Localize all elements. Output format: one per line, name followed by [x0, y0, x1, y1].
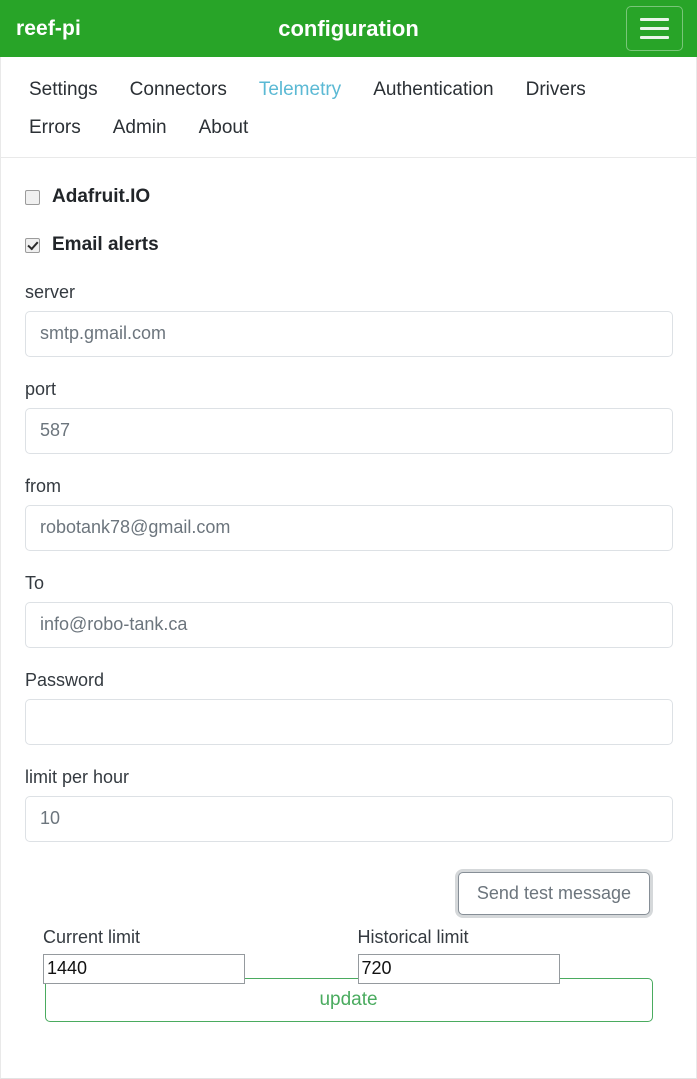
top-navbar: reef-pi configuration — [0, 0, 697, 57]
toggle-adafruit-io-label: Adafruit.IO — [52, 185, 151, 207]
telemetry-form: Adafruit.IO Email alerts server port fro… — [1, 158, 696, 1022]
historical-limit-input[interactable] — [357, 953, 560, 984]
label-password: Password — [25, 669, 105, 690]
tab-connectors[interactable]: Connectors — [114, 71, 243, 109]
label-from: from — [25, 475, 61, 496]
toggle-email-alerts-label: Email alerts — [52, 233, 159, 255]
hamburger-bar-1 — [640, 18, 669, 21]
from-input[interactable] — [25, 504, 673, 551]
field-group-from: from — [25, 475, 673, 551]
limits-row: Current limit Historical limit — [25, 927, 672, 984]
label-current-limit: Current limit — [43, 926, 141, 947]
to-input[interactable] — [25, 601, 673, 648]
hamburger-menu-icon[interactable] — [626, 6, 683, 51]
toggle-adafruit-io[interactable]: Adafruit.IO — [25, 182, 672, 212]
password-input[interactable] — [25, 698, 673, 745]
tab-admin[interactable]: Admin — [97, 109, 183, 147]
update-button[interactable]: update — [44, 977, 653, 1022]
label-limit-per-hour: limit per hour — [25, 766, 130, 787]
app-root: reef-pi configuration Settings Connector… — [0, 0, 697, 1079]
label-server: server — [25, 281, 76, 302]
tab-bar: Settings Connectors Telemetry Authentica… — [1, 57, 696, 158]
send-test-row: Send test message — [25, 871, 672, 915]
limit-per-hour-input[interactable] — [25, 795, 673, 842]
label-port: port — [25, 378, 57, 399]
server-input[interactable] — [25, 310, 673, 357]
checkbox-email-alerts[interactable] — [25, 238, 40, 254]
field-group-limit-per-hour: limit per hour — [25, 766, 673, 842]
hamburger-bar-3 — [640, 36, 669, 39]
send-test-message-button[interactable]: Send test message — [457, 871, 650, 915]
tab-about[interactable]: About — [183, 109, 265, 147]
brand-logo[interactable]: reef-pi — [16, 17, 81, 41]
checkbox-adafruit-io[interactable] — [25, 190, 40, 206]
tab-authentication[interactable]: Authentication — [357, 71, 509, 109]
field-group-password: Password — [25, 669, 673, 745]
tab-telemetry[interactable]: Telemetry — [243, 71, 357, 109]
tab-drivers[interactable]: Drivers — [510, 71, 602, 109]
label-historical-limit: Historical limit — [357, 926, 469, 947]
field-group-server: server — [25, 281, 673, 357]
tab-errors[interactable]: Errors — [13, 109, 97, 147]
current-limit-input[interactable] — [43, 953, 245, 984]
field-group-to: To — [25, 572, 673, 648]
current-limit-group: Current limit — [43, 927, 358, 984]
page-title: configuration — [278, 15, 419, 41]
label-to: To — [25, 572, 45, 593]
content-card: Settings Connectors Telemetry Authentica… — [0, 57, 697, 1079]
tab-row-secondary: Errors Admin About — [13, 109, 684, 147]
tab-row-primary: Settings Connectors Telemetry Authentica… — [13, 71, 684, 109]
historical-limit-group: Historical limit — [357, 926, 673, 984]
tab-settings[interactable]: Settings — [13, 71, 114, 109]
port-input[interactable] — [25, 407, 673, 454]
field-group-port: port — [25, 378, 673, 454]
hamburger-bar-2 — [640, 27, 669, 30]
toggle-email-alerts[interactable]: Email alerts — [25, 230, 672, 260]
